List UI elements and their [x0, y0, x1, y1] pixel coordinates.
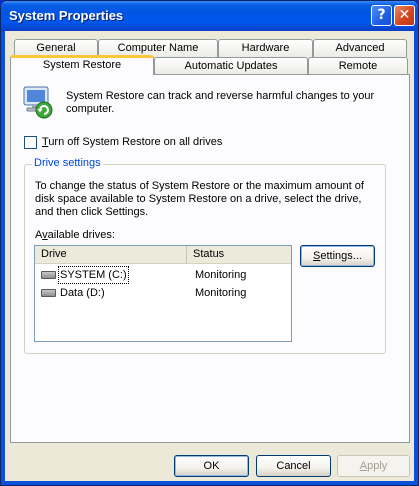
apply-label-rest: pply — [367, 460, 388, 472]
hard-drive-icon — [41, 271, 56, 279]
settings-label-rest: ettings... — [320, 250, 362, 262]
apply-accel: A — [359, 460, 368, 472]
help-button[interactable]: ? — [371, 5, 392, 26]
tab-hardware[interactable]: Hardware — [218, 39, 313, 57]
column-header-drive[interactable]: Drive — [35, 246, 187, 264]
title-bar[interactable]: System Properties ? ✕ — [1, 1, 418, 31]
close-button[interactable]: ✕ — [394, 5, 415, 26]
close-icon: ✕ — [398, 7, 411, 23]
window-frame-left — [1, 31, 5, 485]
tab-advanced[interactable]: Advanced — [313, 39, 407, 57]
cancel-button[interactable]: Cancel — [256, 455, 331, 477]
drive-settings-legend: Drive settings — [32, 157, 103, 169]
window-title: System Properties — [9, 8, 124, 23]
drive-status: Monitoring — [195, 287, 247, 299]
tab-automatic-updates[interactable]: Automatic Updates — [154, 57, 308, 74]
drive-settings-description: To change the status of System Restore o… — [35, 180, 364, 218]
available-drives-label: Available drives: — [35, 229, 115, 241]
settings-button[interactable]: Settings... — [300, 245, 375, 267]
available-drives-list[interactable]: Drive Status SYSTEM (C:) Monitoring Data… — [34, 245, 292, 342]
ok-button[interactable]: OK — [174, 455, 249, 477]
drive-status: Monitoring — [195, 269, 247, 281]
drive-row-data[interactable]: Data (D:) Monitoring — [37, 285, 289, 301]
apply-button[interactable]: Apply — [337, 455, 410, 477]
hard-drive-icon — [41, 289, 56, 297]
intro-text: System Restore can track and reverse har… — [66, 90, 375, 115]
tab-remote[interactable]: Remote — [308, 57, 408, 74]
system-properties-window: System Properties ? ✕ General Computer N… — [0, 0, 419, 486]
system-restore-icon — [23, 86, 53, 119]
window-frame-bottom — [1, 481, 418, 485]
drive-name: SYSTEM (C:) — [58, 266, 129, 284]
drive-name: Data (D:) — [60, 287, 105, 299]
turn-off-system-restore-label[interactable]: Turn off System Restore on all drives — [42, 136, 222, 148]
window-frame-right — [414, 31, 418, 485]
column-header-status[interactable]: Status — [187, 246, 291, 264]
tab-system-restore[interactable]: System Restore — [10, 55, 154, 75]
help-icon: ? — [377, 7, 386, 23]
checkbox-label-rest: urn off System Restore on all drives — [48, 136, 223, 148]
drive-row-system[interactable]: SYSTEM (C:) Monitoring — [37, 266, 289, 284]
available-label-rest: ailable drives: — [47, 229, 115, 241]
turn-off-system-restore-checkbox[interactable] — [24, 136, 37, 149]
